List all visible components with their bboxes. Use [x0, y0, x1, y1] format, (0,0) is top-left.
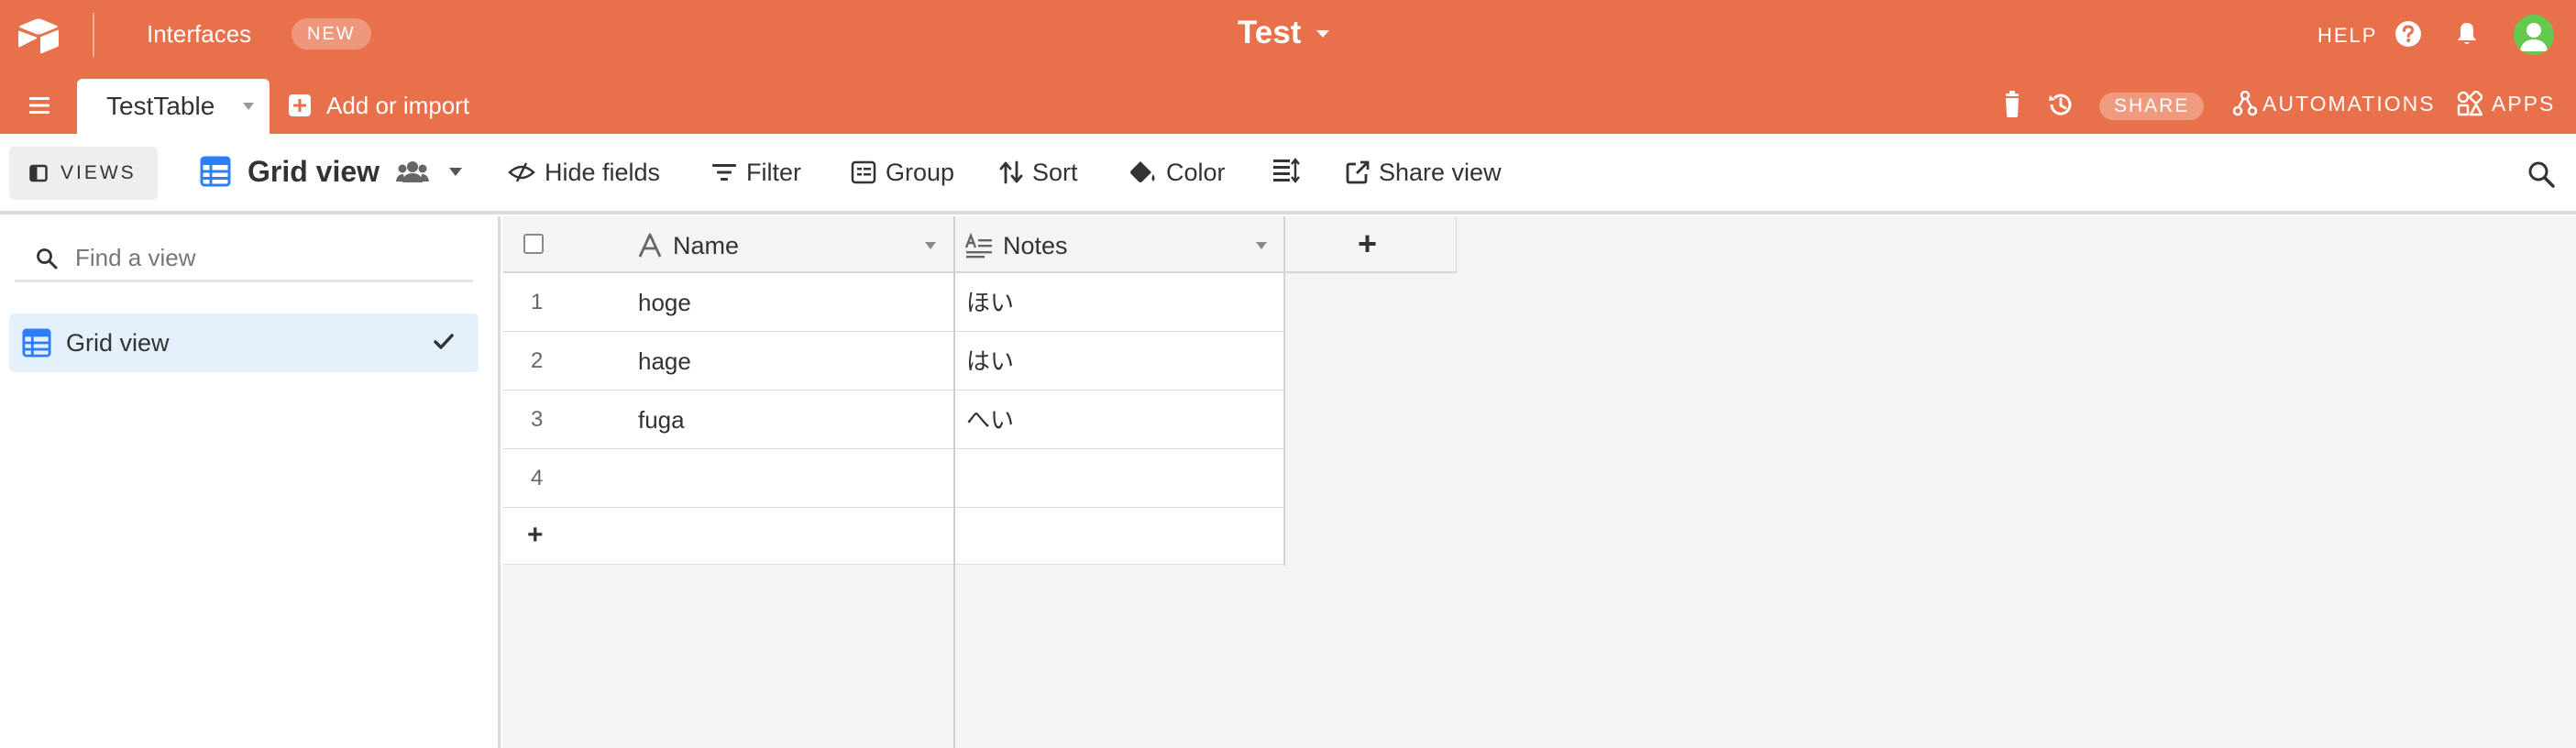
sort-button[interactable]: Sort: [999, 158, 1078, 187]
sidebar-item-grid-view[interactable]: Grid view: [9, 314, 479, 372]
apps-button[interactable]: APPS: [2457, 90, 2555, 117]
hide-fields-button[interactable]: Hide fields: [508, 158, 660, 187]
row-height-button[interactable]: [1272, 158, 1300, 183]
plus-icon: +: [1358, 225, 1378, 262]
current-view-menu[interactable]: Grid view: [200, 154, 463, 189]
add-row-button[interactable]: +: [503, 508, 1284, 565]
hamburger-menu-icon[interactable]: [26, 94, 55, 116]
plus-icon: +: [527, 520, 544, 550]
search-icon[interactable]: [2526, 160, 2556, 189]
table-row[interactable]: 3 fuga へい: [503, 390, 1284, 449]
grid-view-icon: [22, 328, 51, 358]
view-toolbar: VIEWS Grid view Hide fields Filter Group…: [0, 134, 2576, 214]
table-tab-label: TestTable: [106, 92, 215, 120]
apps-label: APPS: [2492, 92, 2556, 116]
table-tab-caret-icon[interactable]: [243, 103, 254, 110]
notes-cell[interactable]: へい: [966, 390, 1014, 449]
long-text-icon: [964, 233, 992, 258]
grid-view-icon: [200, 156, 231, 187]
view-menu-caret-icon: [449, 167, 463, 176]
text-a-icon: [638, 233, 662, 258]
row-height-icon: [1273, 158, 1300, 183]
top-bar: Interfaces NEW Test HELP TestTable Add o…: [0, 0, 2576, 134]
filter-label: Filter: [746, 159, 801, 186]
help-icon[interactable]: [2394, 20, 2422, 48]
grid-right-border: [1283, 216, 1285, 566]
collaborative-view-icon: [396, 161, 430, 182]
tab-testtable[interactable]: TestTable: [77, 79, 270, 134]
new-badge: NEW: [292, 18, 371, 50]
add-column-button[interactable]: +: [1284, 216, 1457, 273]
notes-cell[interactable]: はい: [966, 332, 1014, 390]
sort-icon: [999, 160, 1023, 184]
apps-icon: [2457, 91, 2482, 116]
views-label: VIEWS: [61, 162, 137, 183]
row-number: 2: [531, 348, 544, 373]
column-header-notes[interactable]: Notes: [1003, 231, 1068, 260]
color-label: Color: [1166, 159, 1226, 186]
add-or-import-button[interactable]: Add or import: [288, 90, 469, 121]
column-header-notes-cell: Notes: [955, 216, 1284, 273]
find-view-input[interactable]: Find a view: [15, 236, 473, 282]
notifications-bell-icon[interactable]: [2453, 20, 2481, 48]
color-button[interactable]: Color: [1129, 158, 1226, 187]
automations-icon: [2233, 91, 2257, 116]
table-row[interactable]: 4: [503, 449, 1284, 508]
sort-label: Sort: [1032, 159, 1078, 186]
group-icon: [851, 160, 876, 184]
automations-label: AUTOMATIONS: [2262, 92, 2436, 116]
table-row[interactable]: 1 hoge ほい: [503, 273, 1284, 332]
row-number: 1: [531, 290, 544, 314]
name-cell[interactable]: fuga: [638, 390, 685, 449]
column-header-primary: Name: [503, 216, 955, 273]
filter-button[interactable]: Filter: [711, 158, 801, 187]
filter-icon: [712, 164, 736, 181]
current-view-name: Grid view: [248, 155, 380, 188]
base-title[interactable]: Test: [1238, 15, 1301, 51]
views-sidebar: Find a view Grid view: [0, 216, 501, 748]
help-link[interactable]: HELP: [2317, 24, 2377, 48]
interfaces-link[interactable]: Interfaces: [147, 20, 251, 48]
grid-table: Name Notes + 1 hoge ほい 2 hage はい 3 fuga …: [503, 216, 2576, 748]
find-view-placeholder: Find a view: [75, 244, 196, 271]
history-icon[interactable]: [2046, 90, 2074, 119]
share-view-label: Share view: [1379, 159, 1502, 186]
hide-fields-icon: [508, 162, 535, 182]
search-icon: [37, 248, 58, 269]
base-menu-caret-icon[interactable]: [1316, 30, 1329, 38]
checkmark-icon: [434, 334, 454, 349]
column-menu-caret-icon[interactable]: [1256, 242, 1267, 249]
trash-icon[interactable]: [1998, 90, 2026, 119]
column-header-name[interactable]: Name: [673, 231, 739, 260]
table-row[interactable]: 2 hage はい: [503, 332, 1284, 390]
share-external-icon: [1346, 160, 1370, 184]
row-number: 3: [531, 407, 544, 432]
sidebar-toggle-icon: [29, 164, 48, 182]
share-button[interactable]: SHARE: [2099, 93, 2205, 120]
user-avatar[interactable]: [2514, 15, 2554, 55]
row-number: 4: [531, 466, 544, 490]
group-label: Group: [886, 159, 955, 186]
views-toggle-button[interactable]: VIEWS: [9, 147, 158, 200]
name-cell[interactable]: hoge: [638, 273, 691, 332]
column-menu-caret-icon[interactable]: [925, 242, 936, 249]
frozen-column-divider: [953, 216, 955, 748]
sidebar-item-label: Grid view: [66, 328, 170, 357]
share-view-button[interactable]: Share view: [1346, 158, 1502, 187]
airtable-logo-icon[interactable]: [17, 16, 61, 55]
group-button[interactable]: Group: [851, 158, 954, 187]
header-divider: [93, 13, 94, 57]
select-all-checkbox[interactable]: [523, 234, 544, 254]
plus-square-icon: [289, 94, 311, 116]
automations-button[interactable]: AUTOMATIONS: [2233, 90, 2436, 117]
notes-cell[interactable]: ほい: [966, 273, 1014, 332]
hide-fields-label: Hide fields: [545, 159, 661, 186]
name-cell[interactable]: hage: [638, 332, 691, 390]
add-or-import-label: Add or import: [326, 92, 470, 119]
paint-bucket-icon: [1130, 161, 1155, 182]
